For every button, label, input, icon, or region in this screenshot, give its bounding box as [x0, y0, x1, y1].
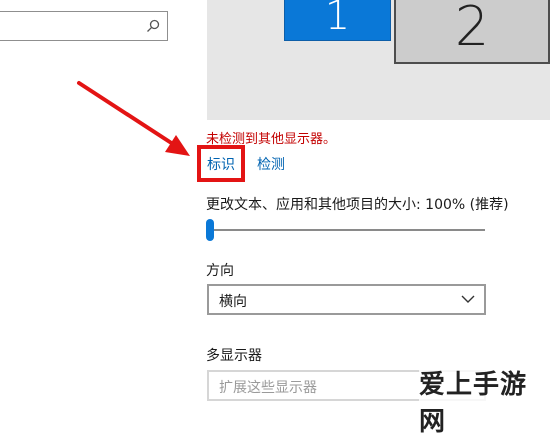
scale-slider-thumb[interactable] — [206, 219, 214, 241]
watermark-text: 爱上手游网 — [419, 364, 550, 438]
annotation-arrow-icon — [77, 81, 190, 156]
multiple-displays-label: 多显示器 — [206, 348, 262, 364]
multiple-displays-value: 扩展这些显示器 — [219, 380, 317, 396]
display-preview: 1 2 — [207, 0, 550, 120]
monitor-1[interactable]: 1 — [284, 0, 391, 41]
scale-label: 更改文本、应用和其他项目的大小: 100% (推荐) — [206, 197, 509, 213]
search-input[interactable] — [0, 11, 168, 41]
search-icon[interactable] — [145, 18, 161, 34]
detect-link[interactable]: 检测 — [257, 154, 285, 174]
orientation-value: 横向 — [219, 294, 247, 310]
orientation-label: 方向 — [206, 263, 234, 279]
orientation-select[interactable]: 横向 — [207, 284, 486, 315]
scale-slider-track[interactable] — [207, 229, 485, 231]
monitor-2-number: 2 — [454, 0, 490, 58]
monitor-1-number: 1 — [324, 0, 351, 39]
chevron-down-icon — [461, 295, 475, 303]
monitor-2[interactable]: 2 — [394, 0, 550, 64]
identify-link[interactable]: 标识 — [207, 154, 235, 174]
